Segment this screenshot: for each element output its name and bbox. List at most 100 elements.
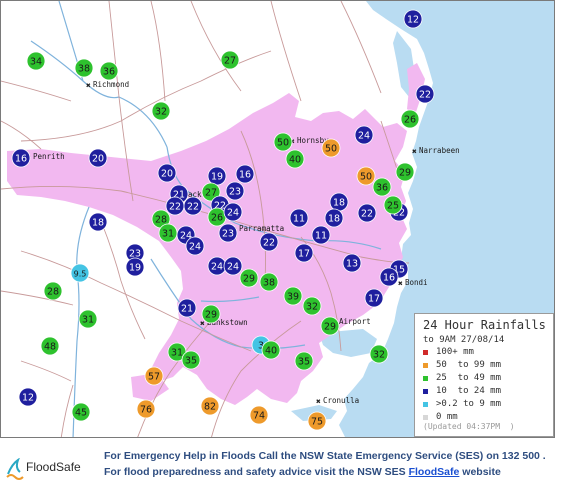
rain-gauge[interactable]: 9.5 bbox=[70, 263, 90, 283]
rain-gauge[interactable]: 19 bbox=[125, 257, 145, 277]
rain-gauge[interactable]: 35 bbox=[294, 351, 314, 371]
rain-gauge[interactable]: 21 bbox=[177, 298, 197, 318]
rain-gauge-value: 16 bbox=[383, 273, 395, 284]
rain-gauge-value: 36 bbox=[103, 67, 115, 78]
rain-gauge[interactable]: 28 bbox=[43, 281, 63, 301]
rain-gauge-value: 23 bbox=[222, 229, 234, 240]
rain-gauge-value: 22 bbox=[169, 202, 181, 213]
rain-gauge[interactable]: 23 bbox=[218, 223, 238, 243]
rain-gauge[interactable]: 18 bbox=[88, 212, 108, 232]
rain-gauge[interactable]: 27 bbox=[220, 50, 240, 70]
rain-gauge[interactable]: 50 bbox=[321, 138, 341, 158]
rain-gauge[interactable]: 57 bbox=[144, 366, 164, 386]
rain-gauge[interactable]: 20 bbox=[88, 148, 108, 168]
rain-gauge[interactable]: 75 bbox=[307, 411, 327, 431]
rain-gauge[interactable]: 11 bbox=[289, 208, 309, 228]
rain-gauge[interactable]: 16 bbox=[379, 267, 399, 287]
rain-gauge[interactable]: 25 bbox=[383, 195, 403, 215]
legend-item-25-49: 25 to 49 mm bbox=[423, 372, 501, 384]
rain-gauge[interactable]: 11 bbox=[311, 225, 331, 245]
rain-gauge[interactable]: 35 bbox=[181, 350, 201, 370]
rain-gauge-value: 50 bbox=[277, 138, 289, 149]
rain-gauge[interactable]: 24 bbox=[185, 236, 205, 256]
floodsafe-link[interactable]: FloodSafe bbox=[409, 466, 460, 478]
rain-gauge[interactable]: 29 bbox=[320, 316, 340, 336]
rain-gauge-value: 9.5 bbox=[74, 270, 87, 279]
footer-advice-suffix: website bbox=[459, 466, 501, 478]
legend-item-100-plus: 100+ mm bbox=[423, 346, 474, 358]
rain-gauge[interactable]: 50 bbox=[356, 166, 376, 186]
rain-gauge[interactable]: 23 bbox=[225, 181, 245, 201]
rain-gauge[interactable]: 19 bbox=[207, 166, 227, 186]
rain-gauge[interactable]: 36 bbox=[99, 61, 119, 81]
rain-gauge[interactable]: 29 bbox=[395, 162, 415, 182]
rain-gauge[interactable]: 38 bbox=[74, 58, 94, 78]
rain-gauge[interactable]: 24 bbox=[207, 256, 227, 276]
rain-gauge[interactable]: 22 bbox=[357, 203, 377, 223]
rain-gauge[interactable]: 24 bbox=[223, 202, 243, 222]
rain-gauge[interactable]: 82 bbox=[200, 396, 220, 416]
rain-gauge-value: 75 bbox=[311, 417, 323, 428]
rain-gauge[interactable]: 32 bbox=[151, 101, 171, 121]
legend-subtitle: to 9AM 27/08/14 bbox=[423, 335, 505, 345]
rain-gauge[interactable]: 50 bbox=[273, 132, 293, 152]
rain-gauge-value: 32 bbox=[373, 350, 385, 361]
rain-gauge[interactable]: 31 bbox=[78, 309, 98, 329]
rain-gauge-value: 50 bbox=[325, 144, 337, 155]
footer-advice-text: For flood preparedness and safety advice… bbox=[104, 466, 409, 478]
legend-label: >0.2 to 9 mm bbox=[436, 399, 502, 409]
rain-gauge[interactable]: 40 bbox=[261, 340, 281, 360]
rain-gauge-value: 11 bbox=[293, 214, 305, 225]
rain-gauge-value: 31 bbox=[82, 315, 94, 326]
rain-gauge[interactable]: 18 bbox=[329, 192, 349, 212]
rain-gauge-value: 17 bbox=[368, 294, 380, 305]
rain-gauge[interactable]: 40 bbox=[285, 149, 305, 169]
rain-gauge[interactable]: 22 bbox=[415, 84, 435, 104]
rain-gauge[interactable]: 12 bbox=[18, 387, 38, 407]
legend-swatch bbox=[423, 375, 428, 381]
rain-gauge-value: 18 bbox=[92, 218, 104, 229]
rain-gauge[interactable]: 22 bbox=[183, 196, 203, 216]
rain-gauge[interactable]: 16 bbox=[235, 164, 255, 184]
floodsafe-logo-icon bbox=[6, 457, 24, 480]
footer-advice-line: For flood preparedness and safety advice… bbox=[104, 466, 501, 478]
rain-gauge-value: 26 bbox=[211, 213, 223, 224]
rain-gauge[interactable]: 39 bbox=[283, 286, 303, 306]
rain-gauge[interactable]: 34 bbox=[26, 51, 46, 71]
legend-swatch bbox=[423, 401, 428, 407]
rain-gauge-value: 35 bbox=[185, 356, 197, 367]
rain-gauge-value: 50 bbox=[360, 172, 372, 183]
rain-gauge[interactable]: 26 bbox=[207, 207, 227, 227]
rain-gauge-value: 36 bbox=[376, 183, 388, 194]
rain-gauge-value: 24 bbox=[227, 262, 239, 273]
rain-gauge-value: 19 bbox=[129, 263, 141, 274]
rain-gauge[interactable]: 18 bbox=[324, 208, 344, 228]
rain-gauge-value: 31 bbox=[162, 229, 174, 240]
rain-gauge[interactable]: 32 bbox=[302, 296, 322, 316]
rain-gauge[interactable]: 13 bbox=[342, 253, 362, 273]
rain-gauge[interactable]: 22 bbox=[259, 232, 279, 252]
rain-gauge[interactable]: 16 bbox=[11, 148, 31, 168]
rain-gauge[interactable]: 48 bbox=[40, 336, 60, 356]
rain-gauge-value: 20 bbox=[161, 169, 173, 180]
rain-gauge[interactable]: 29 bbox=[201, 304, 221, 324]
rain-gauge[interactable]: 45 bbox=[71, 402, 91, 422]
place-label-bondi: Bondi bbox=[405, 278, 428, 287]
rain-gauge[interactable]: 74 bbox=[249, 405, 269, 425]
rain-gauge[interactable]: 17 bbox=[294, 243, 314, 263]
rain-gauge-value: 45 bbox=[75, 408, 87, 419]
rain-gauge[interactable]: 17 bbox=[364, 288, 384, 308]
rain-gauge[interactable]: 24 bbox=[223, 256, 243, 276]
rain-gauge[interactable]: 20 bbox=[157, 163, 177, 183]
rain-gauge[interactable]: 31 bbox=[158, 223, 178, 243]
rain-gauge[interactable]: 12 bbox=[403, 9, 423, 29]
rain-gauge[interactable]: 36 bbox=[372, 177, 392, 197]
rain-gauge[interactable]: 22 bbox=[165, 196, 185, 216]
rain-gauge[interactable]: 32 bbox=[369, 344, 389, 364]
legend-swatch bbox=[423, 362, 428, 368]
rain-gauge[interactable]: 24 bbox=[354, 125, 374, 145]
rain-gauge[interactable]: 26 bbox=[400, 109, 420, 129]
rain-gauge[interactable]: 29 bbox=[239, 268, 259, 288]
rain-gauge[interactable]: 76 bbox=[136, 399, 156, 419]
rain-gauge[interactable]: 38 bbox=[259, 272, 279, 292]
